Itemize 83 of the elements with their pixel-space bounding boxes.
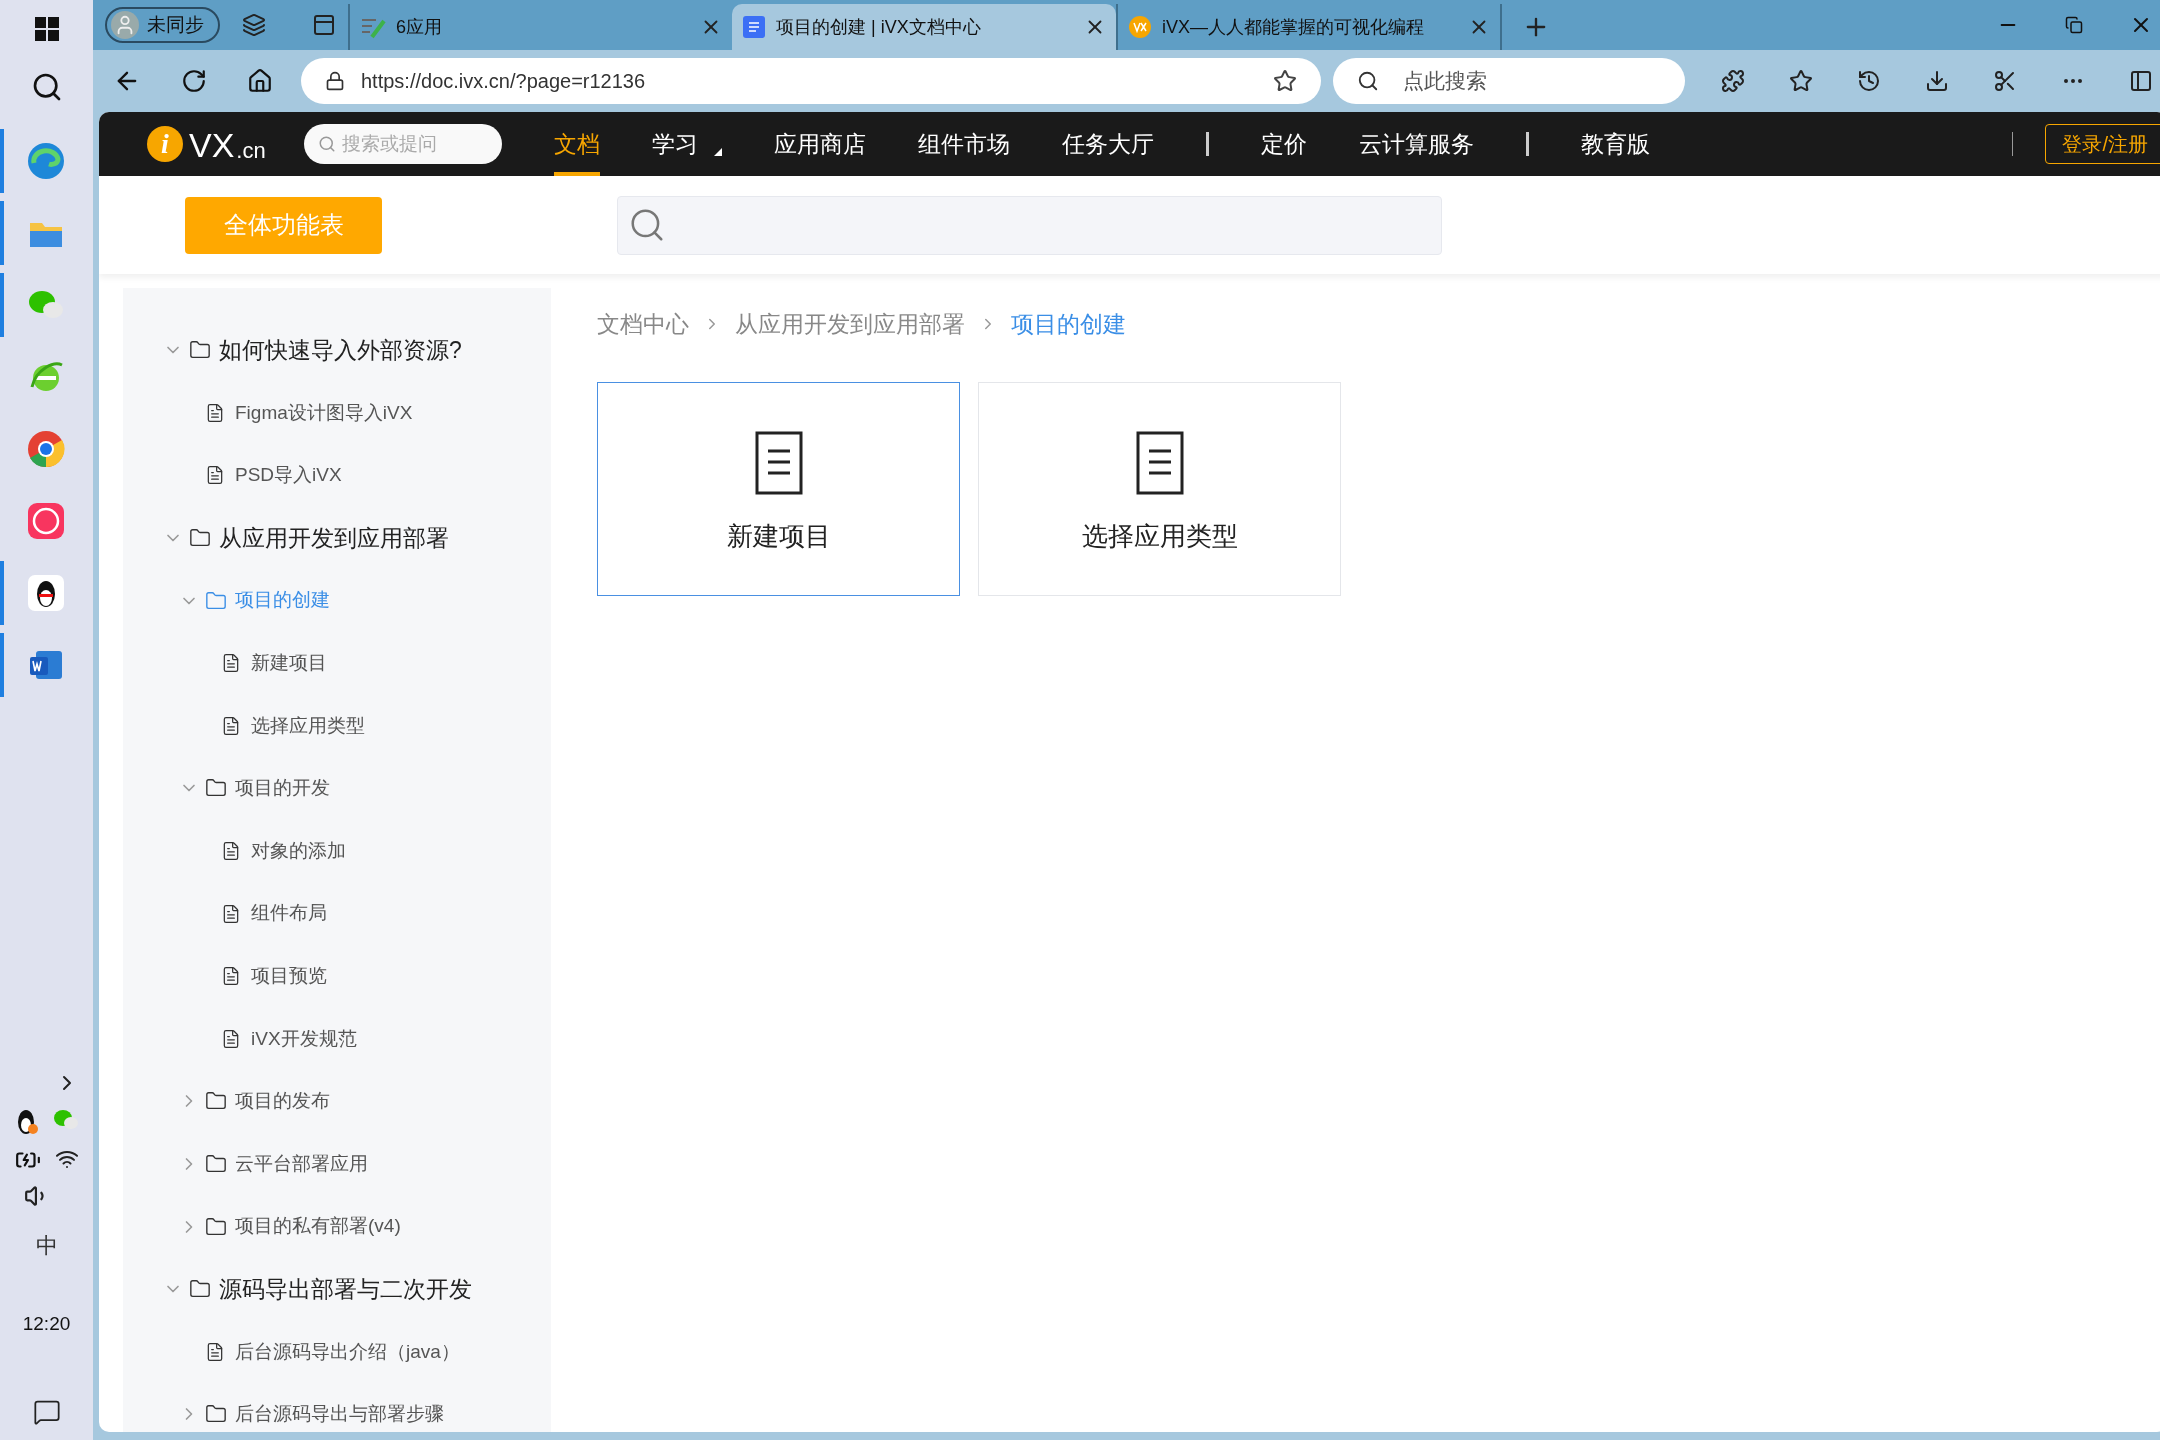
search-icon bbox=[317, 135, 336, 153]
nav-link[interactable]: 学习 bbox=[651, 112, 698, 176]
folder-icon bbox=[205, 1215, 227, 1238]
tree-item[interactable]: iVX开发规范 bbox=[251, 1024, 357, 1054]
browser-icon bbox=[26, 141, 66, 181]
document-icon bbox=[205, 465, 225, 486]
document-icon bbox=[742, 15, 766, 39]
tab-title: iVX—人人都能掌握的可视化编程 bbox=[1162, 15, 1425, 39]
home-icon[interactable] bbox=[247, 68, 273, 94]
tree-item[interactable]: 后台源码导出与部署步骤 bbox=[235, 1400, 444, 1429]
document-icon bbox=[754, 431, 803, 495]
history-icon[interactable] bbox=[1857, 69, 1881, 93]
tree-item[interactable]: 项目的开发 bbox=[235, 774, 330, 803]
logo-suffix: .cn bbox=[236, 140, 266, 162]
tree-item[interactable]: 如何快速导入外部资源? bbox=[219, 333, 462, 368]
notification-icon[interactable] bbox=[32, 1398, 61, 1426]
favorite-icon[interactable] bbox=[1273, 69, 1297, 93]
document-icon bbox=[221, 903, 241, 924]
logo-icon bbox=[1128, 15, 1152, 39]
tab-title: 6应用 bbox=[396, 15, 443, 39]
folder-icon bbox=[205, 589, 227, 612]
windows-logo-icon[interactable] bbox=[34, 17, 59, 41]
nav-link[interactable]: 组件市场 bbox=[917, 112, 1010, 176]
profile-button[interactable]: 未同步 bbox=[105, 7, 220, 43]
tab-actions-icon[interactable] bbox=[312, 13, 336, 37]
address-bar[interactable]: https://doc.ivx.cn/?page=r12136 bbox=[301, 58, 1321, 104]
document-icon bbox=[221, 1028, 241, 1049]
favorites-list-icon[interactable] bbox=[1789, 69, 1813, 93]
extensions-icon[interactable] bbox=[1721, 69, 1745, 93]
tree-item[interactable]: 项目的私有部署(v4) bbox=[235, 1212, 401, 1241]
download-icon[interactable] bbox=[1925, 69, 1949, 93]
nav-link[interactable]: 应用商店 bbox=[773, 112, 866, 176]
restore-icon[interactable] bbox=[2065, 16, 2083, 34]
lock-icon bbox=[325, 71, 345, 91]
search-icon bbox=[1357, 70, 1379, 92]
document-icon bbox=[221, 715, 241, 736]
login-button[interactable]: 登录/注册 bbox=[2045, 124, 2160, 164]
browser-tab[interactable]: 项目的创建 | iVX文档中心 bbox=[732, 4, 1116, 50]
tree-item[interactable]: 从应用开发到应用部署 bbox=[219, 520, 449, 556]
refresh-icon[interactable] bbox=[181, 68, 207, 94]
nav-link[interactable]: 教育版 bbox=[1580, 112, 1650, 176]
document-icon bbox=[205, 1341, 225, 1362]
logo-text[interactable]: VX bbox=[189, 128, 235, 162]
input-method-indicator[interactable]: 中 bbox=[35, 1228, 58, 1262]
doc-card[interactable]: 新建项目 bbox=[597, 382, 960, 596]
nav-link[interactable]: 文档 bbox=[553, 112, 600, 176]
tree-item[interactable]: 新建项目 bbox=[251, 649, 327, 678]
nav-link[interactable]: 定价 bbox=[1260, 112, 1307, 176]
dropdown-icon[interactable] bbox=[713, 148, 722, 156]
tree-item[interactable]: 云平台部署应用 bbox=[235, 1149, 368, 1179]
penguin-icon bbox=[26, 573, 66, 613]
collections-icon[interactable] bbox=[242, 13, 266, 37]
doc-search-field[interactable] bbox=[617, 195, 1442, 255]
breadcrumb-link[interactable]: 从应用开发到应用部署 bbox=[735, 306, 965, 342]
tab-title: 项目的创建 | iVX文档中心 bbox=[776, 15, 982, 39]
nav-link[interactable]: 任务大厅 bbox=[1061, 112, 1154, 176]
breadcrumb-link[interactable]: 文档中心 bbox=[597, 306, 689, 342]
camera-app-icon bbox=[26, 501, 66, 541]
document-icon bbox=[1135, 431, 1184, 495]
tree-item[interactable]: PSD导入iVX bbox=[235, 461, 342, 490]
document-icon bbox=[221, 966, 241, 987]
sidebar-toggle-icon[interactable] bbox=[2129, 69, 2153, 93]
tree-item[interactable]: 对象的添加 bbox=[251, 836, 346, 866]
folder-icon bbox=[205, 1153, 227, 1175]
document-icon bbox=[205, 402, 225, 423]
document-icon bbox=[221, 653, 241, 674]
tree-item[interactable]: 源码导出部署与二次开发 bbox=[219, 1271, 472, 1307]
doc-card[interactable]: 选择应用类型 bbox=[978, 382, 1341, 596]
nav-link[interactable]: 云计算服务 bbox=[1358, 112, 1474, 176]
tree-item[interactable]: 选择应用类型 bbox=[251, 711, 365, 741]
url-text: https://doc.ivx.cn/?page=r12136 bbox=[361, 69, 647, 94]
tree-item[interactable]: 组件布局 bbox=[251, 899, 327, 928]
tree-item[interactable]: 项目的发布 bbox=[235, 1087, 330, 1116]
card-label: 选择应用类型 bbox=[1081, 520, 1238, 553]
chrome-icon bbox=[26, 429, 66, 469]
tree-item[interactable]: Figma设计图导入iVX bbox=[235, 398, 413, 428]
tree-item[interactable]: 项目预览 bbox=[251, 962, 327, 991]
search-field[interactable]: 点此搜索 bbox=[1333, 58, 1685, 104]
card-label: 新建项目 bbox=[726, 520, 831, 553]
tree-item[interactable]: 后台源码导出介绍（java） bbox=[235, 1337, 460, 1367]
screenshot-icon[interactable] bbox=[1993, 69, 2017, 93]
document-icon bbox=[221, 841, 241, 862]
clock[interactable]: 12:20 bbox=[22, 1309, 71, 1338]
